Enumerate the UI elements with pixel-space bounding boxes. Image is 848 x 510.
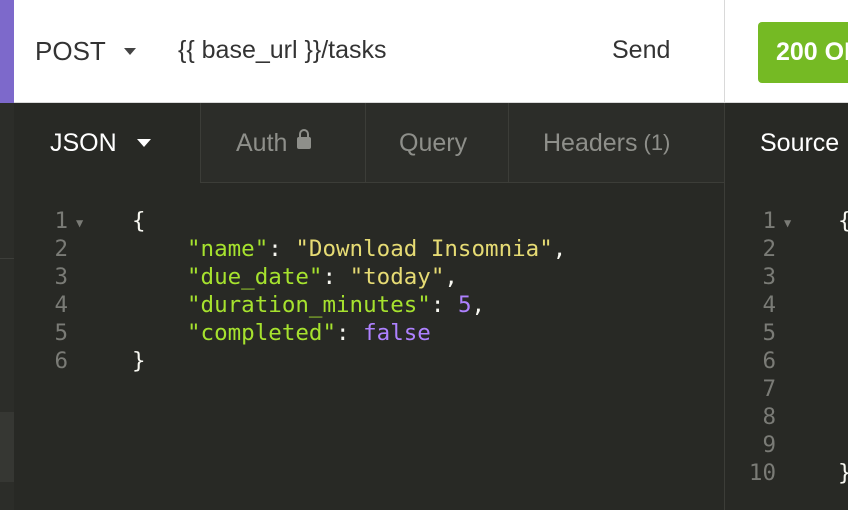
line-number: 6 — [762, 348, 776, 374]
json-key: "name" — [187, 236, 269, 262]
code-line: { — [132, 207, 146, 235]
brace: } — [838, 459, 848, 487]
line-number: 3 — [762, 264, 776, 290]
chevron-down-icon — [136, 139, 151, 147]
sidebar-divider — [0, 258, 14, 259]
json-key: "due_date" — [187, 264, 323, 290]
code-line: } — [132, 347, 146, 375]
tab-source[interactable]: Source — [760, 103, 839, 183]
code-line: "duration_minutes": 5, — [187, 292, 486, 318]
brace: { — [132, 208, 146, 234]
line-number: 9 — [762, 432, 776, 458]
line-number: 5 — [54, 320, 68, 346]
line-number: 5 — [762, 320, 776, 346]
code-line: "name": "Download Insomnia", — [187, 236, 567, 262]
url-input[interactable]: {{ base_url }}/tasks — [178, 36, 386, 65]
tabs-underline — [200, 182, 724, 183]
tab-label: JSON — [50, 128, 117, 157]
brace: { — [838, 207, 848, 235]
line-number: 1 — [762, 208, 776, 234]
line-number: 1 — [54, 208, 68, 234]
line-number: 2 — [54, 236, 68, 262]
method-label: POST — [35, 36, 106, 66]
line-number: 3 — [54, 264, 68, 290]
chevron-down-icon — [123, 48, 136, 55]
json-number: 5 — [457, 292, 472, 318]
tab-body-json[interactable]: JSON — [14, 103, 200, 183]
json-boolean: false — [363, 320, 431, 346]
response-pane-divider[interactable] — [724, 103, 725, 510]
tab-label: Headers — [543, 128, 638, 157]
tab-query[interactable]: Query — [365, 103, 508, 183]
status-badge: 200 OK — [758, 22, 848, 83]
send-button[interactable]: Send — [612, 36, 670, 65]
line-number: 2 — [762, 236, 776, 262]
tab-label: Auth — [236, 128, 288, 157]
json-key: "completed" — [187, 320, 337, 346]
fold-arrow-icon[interactable]: ▼ — [784, 209, 791, 237]
tab-headers[interactable]: Headers (1) — [508, 103, 724, 183]
sidebar-selected-item[interactable] — [0, 412, 14, 482]
line-number: 6 — [54, 348, 68, 374]
code-line: "due_date": "today", — [187, 264, 458, 290]
line-number: 4 — [54, 292, 68, 318]
line-number: 8 — [762, 404, 776, 430]
json-key: "duration_minutes" — [187, 292, 431, 318]
json-string: "today" — [349, 264, 445, 290]
line-number: 7 — [762, 376, 776, 402]
sidebar-accent — [0, 0, 14, 103]
json-string: "Download Insomnia" — [295, 236, 553, 262]
tab-auth[interactable]: Auth — [200, 103, 365, 183]
code-line: "completed": false — [187, 320, 431, 346]
tab-label: Query — [399, 128, 468, 157]
headers-count: (1) — [643, 130, 671, 155]
lock-icon — [297, 129, 312, 149]
fold-arrow-icon[interactable]: ▼ — [76, 209, 83, 237]
line-number: 10 — [748, 460, 776, 486]
brace: } — [132, 348, 146, 374]
line-number: 4 — [762, 292, 776, 318]
method-dropdown[interactable]: POST — [35, 36, 136, 67]
